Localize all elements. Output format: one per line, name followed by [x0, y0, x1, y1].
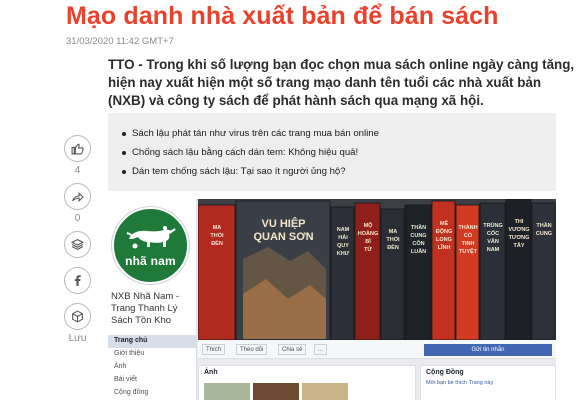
fb-photos-title: Ảnh: [204, 369, 218, 376]
fb-invite-friends[interactable]: Mời bạn bè thích Trang này: [421, 379, 555, 387]
fb-send-label: Gửi tin nhắn: [471, 347, 505, 353]
article-sapo: TTO - Trong khi số lượng bạn đọc chọn mu…: [108, 57, 575, 108]
fb-menu-about[interactable]: Giới thiệu: [108, 348, 196, 361]
fb-menu-home[interactable]: Trang chủ: [108, 335, 196, 348]
fb-like-button[interactable]: Thích: [202, 344, 226, 355]
like-count: 4: [74, 165, 81, 176]
fb-photo-thumbs: [204, 383, 354, 400]
fb-action-bar: Thích Theo dõi Chia sẻ ... Gửi tin nhắn: [198, 340, 556, 359]
fb-page-sidebar: nhã nam NXB Nhã Nam - Trang Thanh Lý Sác…: [108, 199, 197, 400]
publish-date: 31/03/2020 11:42 GMT+7: [66, 36, 174, 47]
fb-menu-posts[interactable]: Bài viết: [108, 374, 196, 387]
buffalo-icon: [126, 226, 176, 249]
fb-page-menu: Trang chủ Giới thiệu Ảnh Bài viết Cộng đ…: [108, 335, 196, 400]
box-icon[interactable]: [64, 303, 91, 330]
layers-icon[interactable]: [64, 231, 91, 258]
related-link[interactable]: Chống sách lậu bằng cách dán tem: Không …: [122, 147, 544, 158]
photo-thumb[interactable]: [253, 383, 299, 400]
fb-cover-books: MA THỔI ĐÈN VU HIỆP QUAN SƠN NAM HẢI QUY KHƯ MỘ HO…: [198, 199, 556, 340]
logo-text: nhã nam: [125, 254, 176, 268]
fb-share-label: Chia sẻ: [282, 347, 303, 353]
facebook-icon[interactable]: [64, 267, 91, 294]
fb-more-button[interactable]: ...: [314, 344, 328, 355]
fb-follow-label: Theo dõi: [240, 347, 264, 353]
fb-like-label: Thích: [206, 347, 222, 353]
thumbs-up-icon[interactable]: [64, 135, 91, 162]
photo-thumb[interactable]: [302, 383, 348, 400]
article-photo: nhã nam NXB Nhã Nam - Trang Thanh Lý Sác…: [108, 199, 556, 400]
fb-send-message-button[interactable]: Gửi tin nhắn: [424, 344, 552, 356]
fb-share-button[interactable]: Chia sẻ: [278, 344, 307, 355]
nha-nam-logo: nhã nam: [112, 207, 189, 284]
photo-thumb[interactable]: [204, 383, 250, 400]
fb-menu-photos[interactable]: Ảnh: [108, 361, 196, 374]
share-icon[interactable]: [64, 183, 91, 210]
fb-community-panel: Cộng Đồng Mời bạn bè thích Trang này: [420, 365, 556, 400]
fb-community-title: Cộng Đồng: [426, 369, 464, 376]
related-link[interactable]: Sách lậu phát tán như virus trên các tra…: [122, 128, 544, 139]
share-count: 0: [74, 213, 81, 224]
fb-photos-panel: Ảnh: [198, 365, 416, 400]
social-share-bar: 4 0 Lưu: [64, 135, 94, 344]
fb-more-label: ...: [318, 347, 324, 353]
fb-menu-community[interactable]: Cộng đồng: [108, 387, 196, 400]
books-illustration: MA THỔI ĐÈNVU HIỆP QUAN SƠNNAM HẢI QUY KHƯMỘ HO…: [198, 199, 556, 340]
related-link[interactable]: Dán tem chống sách lậu: Tại sao ít người…: [122, 166, 544, 177]
article-title: Mạo danh nhà xuất bản để bán sách: [66, 2, 499, 30]
save-label[interactable]: Lưu: [64, 333, 91, 344]
related-articles-box: Sách lậu phát tán như virus trên các tra…: [108, 113, 556, 191]
fb-page-name[interactable]: NXB Nhã Nam - Trang Thanh Lý Sách Tồn Kh…: [111, 291, 197, 327]
fb-follow-button[interactable]: Theo dõi: [236, 344, 268, 355]
